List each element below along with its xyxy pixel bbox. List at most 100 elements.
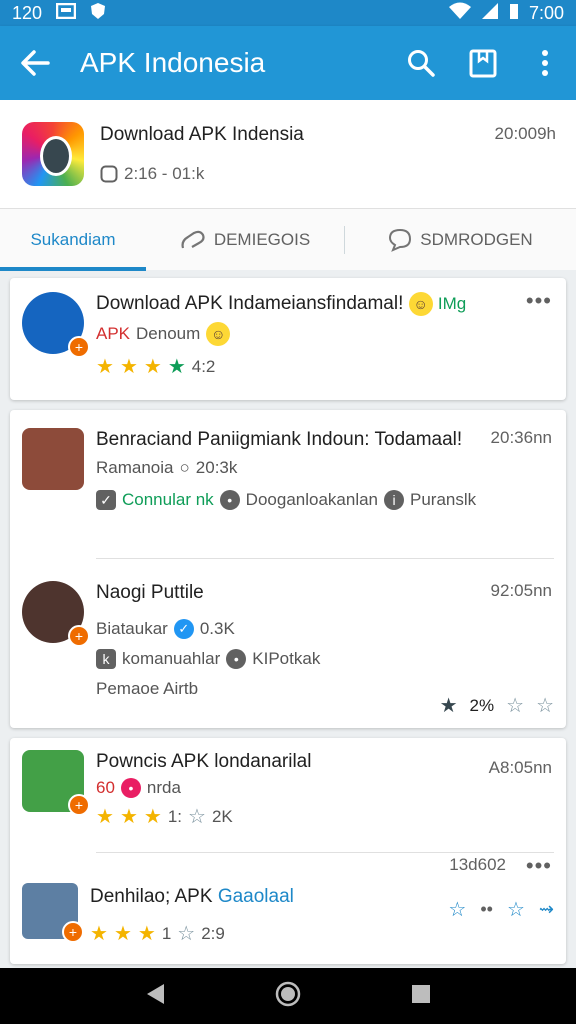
status-time-right: 7:00 bbox=[528, 2, 564, 23]
star-icon: ★ bbox=[119, 806, 138, 828]
star-icon: ★ bbox=[90, 923, 108, 945]
bookmark-box-icon bbox=[469, 49, 497, 78]
item-title: Benraciand Paniigmiank Indoun: Todamaal! bbox=[96, 429, 463, 450]
battery-icon bbox=[509, 2, 519, 25]
item-rating-b: 2:9 bbox=[201, 923, 225, 943]
status-bar: 120 7:00 bbox=[0, 0, 576, 26]
chat-icon: • bbox=[219, 490, 240, 510]
check-icon: ✓ bbox=[96, 490, 116, 510]
star-icon: ★ bbox=[96, 806, 114, 828]
list-item[interactable]: + Powncis APK londanarilal 60 • nrda ★ ★… bbox=[10, 738, 566, 852]
search-button[interactable] bbox=[390, 26, 452, 100]
item-count: 0.3K bbox=[199, 619, 235, 638]
chip-label[interactable]: Dooganloakanlan bbox=[246, 490, 378, 510]
chip-label[interactable]: Puranslk bbox=[410, 490, 476, 510]
card-title: Download APK Indameiansfindamal! bbox=[96, 293, 404, 314]
nav-back-button[interactable] bbox=[144, 982, 166, 1011]
apk-label: APK bbox=[96, 324, 131, 343]
item-meta-b: nrda bbox=[146, 778, 181, 797]
overflow-menu-button[interactable] bbox=[514, 26, 576, 100]
item-meta-a: 60 bbox=[96, 778, 115, 797]
star-outline-icon[interactable]: ☆ bbox=[507, 897, 525, 922]
item-title: Naogi Puttile bbox=[96, 582, 204, 603]
user-avatar bbox=[22, 428, 84, 490]
home-circle-icon bbox=[275, 981, 301, 1006]
star-icon: ★ bbox=[113, 923, 132, 945]
featured-time: 20:009h bbox=[494, 124, 556, 143]
chip-label[interactable]: KIPotkak bbox=[252, 649, 320, 669]
tab-demiegois[interactable]: DEMIEGOIS bbox=[146, 209, 344, 271]
star-outline-icon[interactable]: ☆ bbox=[536, 693, 554, 718]
dots-icon[interactable]: •• bbox=[480, 899, 493, 920]
list-item[interactable]: Benraciand Paniigmiank Indoun: Todamaal!… bbox=[10, 410, 566, 558]
list-item[interactable]: + Naogi Puttile Biataukar ✓ 0.3K k koman… bbox=[10, 559, 566, 727]
system-nav-bar bbox=[0, 968, 576, 1024]
user-avatar: + bbox=[22, 750, 90, 816]
item-title-b: Gaaolaal bbox=[217, 886, 294, 907]
share-icon: k bbox=[96, 649, 116, 669]
app-bar-title: APK Indonesia bbox=[80, 47, 266, 78]
item-time: A8:05nn bbox=[488, 758, 552, 777]
shield-notification-icon bbox=[90, 2, 106, 25]
item-rating: 2% bbox=[469, 695, 495, 715]
wifi-icon bbox=[448, 2, 471, 25]
star-icon: ★ bbox=[167, 356, 186, 378]
share-icon[interactable]: ⇝ bbox=[539, 899, 554, 920]
user-avatar: + bbox=[22, 581, 90, 647]
item-count: 20:3k bbox=[195, 458, 238, 477]
user-icon: ○ bbox=[179, 458, 190, 477]
item-rating-b: 2K bbox=[211, 806, 233, 826]
chip-label[interactable]: komanuahlar bbox=[122, 649, 220, 669]
item-rating-a: 1 bbox=[161, 923, 172, 943]
chat-bubble-icon bbox=[389, 228, 412, 252]
plus-badge-icon: + bbox=[68, 794, 90, 816]
item-time: 13d602 bbox=[449, 855, 506, 874]
star-outline-icon[interactable]: ☆ bbox=[448, 897, 466, 922]
more-options-icon[interactable]: ••• bbox=[526, 288, 552, 314]
tab-sdmrodgen[interactable]: SDMRODGEN bbox=[345, 209, 576, 271]
back-button[interactable] bbox=[0, 26, 70, 100]
star-icon: ★ bbox=[143, 806, 162, 828]
list-item[interactable]: + Denhilao; APK Gaaolaal ★ ★ ★ 1 ☆ 2:9 1… bbox=[10, 853, 566, 963]
star-icon: ★ bbox=[119, 356, 138, 378]
item-time: 92:05nn bbox=[490, 581, 552, 600]
post-list-card: Benraciand Paniigmiank Indoun: Todamaal!… bbox=[10, 410, 566, 728]
triangle-back-icon bbox=[147, 983, 164, 1004]
arrow-left-icon bbox=[21, 50, 50, 76]
item-title-a: Denhilao; APK bbox=[90, 886, 213, 907]
smile-icon: ☺ bbox=[206, 322, 231, 346]
app-avatar: + bbox=[22, 292, 90, 358]
star-filled-icon[interactable]: ★ bbox=[440, 693, 458, 718]
nav-home-button[interactable] bbox=[274, 980, 302, 1013]
card-tag: IMg bbox=[437, 294, 467, 313]
star-icon: ★ bbox=[137, 923, 156, 945]
item-rating-a: 1: bbox=[167, 806, 182, 826]
item-meta: Ramanoia bbox=[96, 458, 174, 477]
info-icon: i bbox=[384, 490, 405, 510]
item-footer: Pemaoe Airtb bbox=[96, 679, 199, 698]
star-outline-icon: ☆ bbox=[177, 923, 196, 945]
verified-icon: ✓ bbox=[173, 619, 194, 639]
item-title: Powncis APK londanarilal bbox=[96, 751, 312, 772]
user-avatar: + bbox=[22, 883, 84, 943]
featured-subtitle: 2:16 - 01:k bbox=[124, 164, 205, 183]
featured-app-item[interactable]: Download APK Indensia 2:16 - 01:k 20:009… bbox=[0, 100, 576, 208]
tab-bar: Sukandiam DEMIEGOIS SDMRODGEN bbox=[0, 208, 576, 271]
pin-icon: • bbox=[120, 778, 141, 798]
tab-label: DEMIEGOIS bbox=[213, 229, 311, 249]
chat-icon: • bbox=[226, 649, 247, 669]
app-logo-icon bbox=[22, 122, 84, 186]
tab-label: Sukandiam bbox=[30, 229, 116, 249]
card-author: Denoum bbox=[136, 324, 201, 343]
square-recents-icon bbox=[412, 984, 430, 1003]
tab-label: SDMRODGEN bbox=[420, 229, 533, 249]
app-card[interactable]: + Download APK Indameiansfindamal! ☺ IMg… bbox=[10, 278, 566, 400]
item-meta: Biataukar bbox=[96, 619, 168, 638]
chip-label[interactable]: Connular nk bbox=[122, 490, 214, 510]
tab-sukandiam[interactable]: Sukandiam bbox=[0, 209, 146, 271]
saved-button[interactable] bbox=[452, 26, 514, 100]
nav-recents-button[interactable] bbox=[410, 983, 432, 1010]
more-options-icon[interactable]: ••• bbox=[526, 853, 552, 879]
star-outline-icon[interactable]: ☆ bbox=[506, 693, 524, 718]
notification-icon bbox=[55, 2, 77, 24]
